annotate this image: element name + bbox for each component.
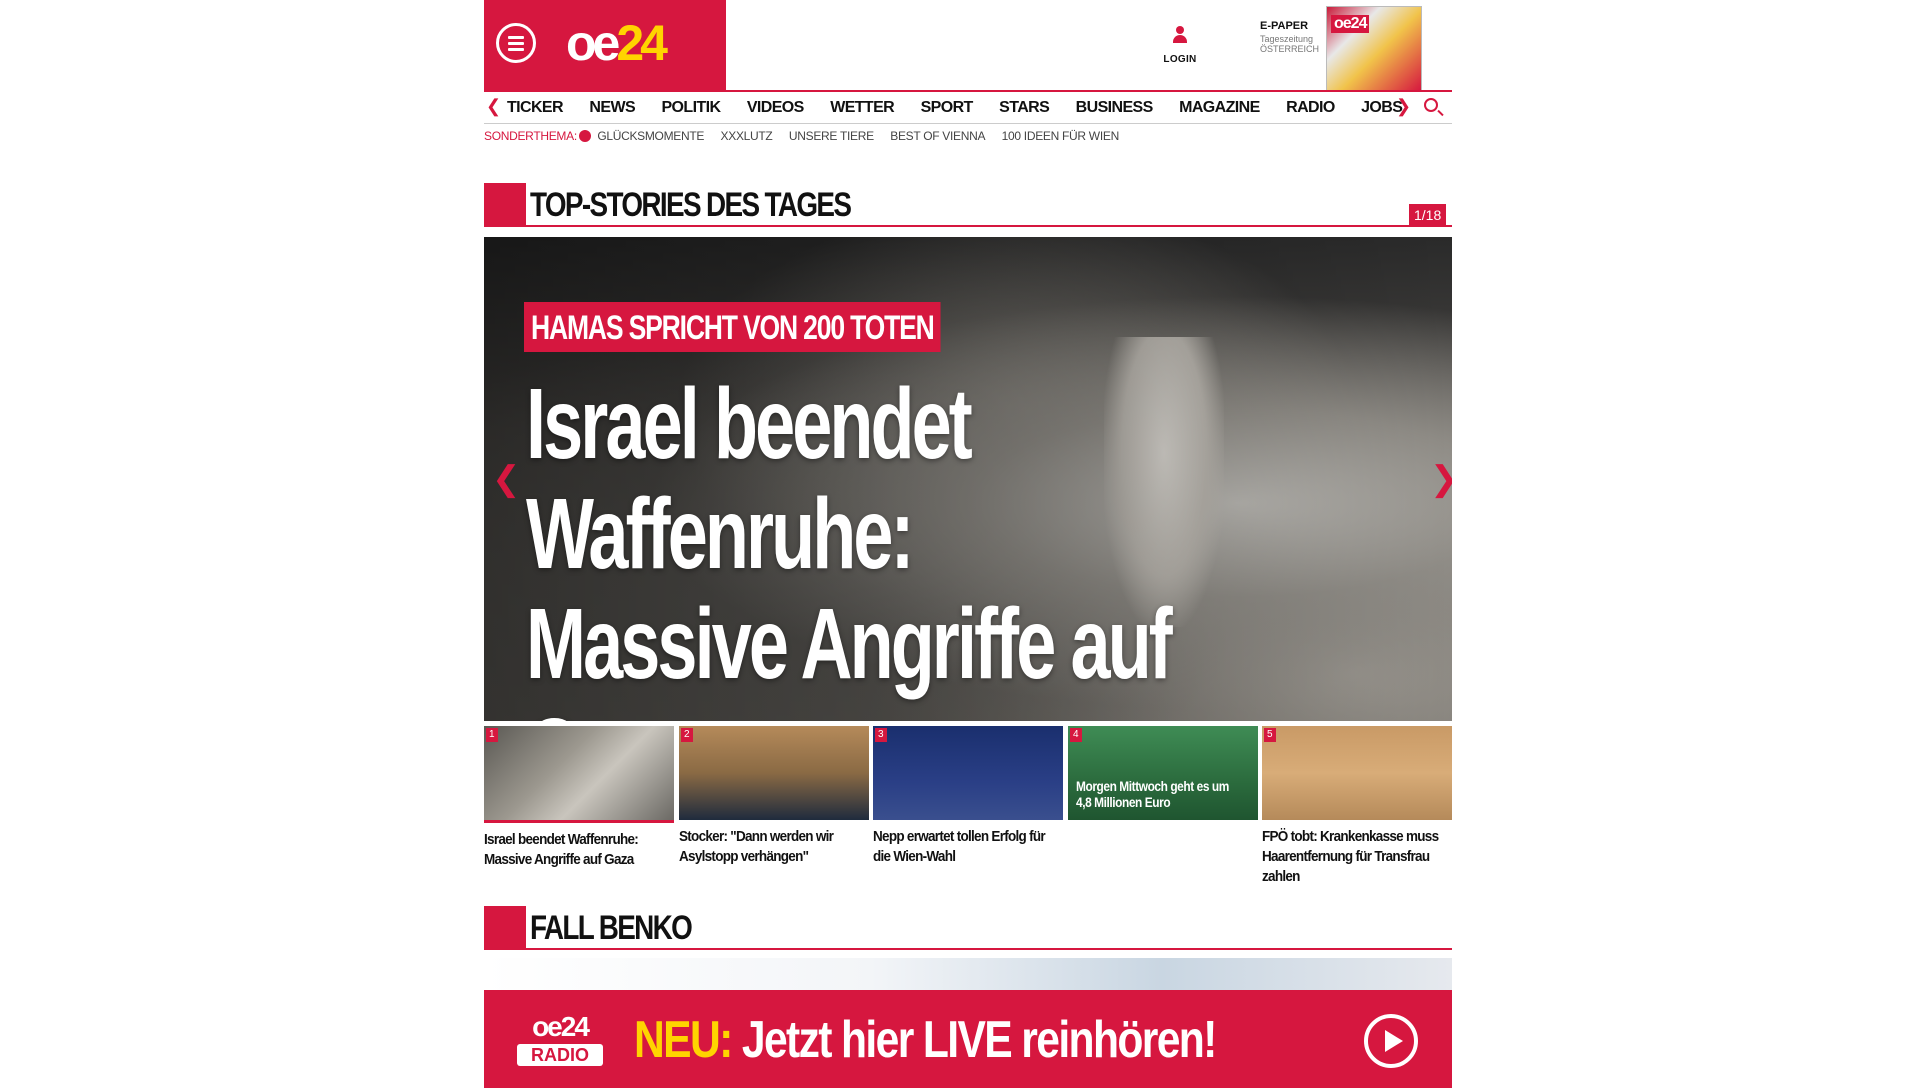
section-underline	[526, 948, 1452, 950]
section-marker	[484, 906, 526, 950]
story-thumb[interactable]: 5 FPÖ tobt: Krankenkasse muss Haarentfer…	[1262, 726, 1452, 887]
user-icon	[1171, 26, 1189, 48]
nav-item-videos[interactable]: VIDEOS	[747, 99, 804, 117]
radio-cta-text[interactable]: NEU: Jetzt hier LIVE reinhören!	[634, 1010, 1218, 1070]
radio-logo: oe24 RADIO	[514, 1012, 606, 1074]
section-marker	[484, 183, 526, 227]
main-nav: ❮ TICKER NEWS POLITIK VIDEOS WETTER SPOR…	[484, 90, 1452, 124]
nav-item-stars[interactable]: STARS	[999, 99, 1050, 117]
nav-item-wetter[interactable]: WETTER	[830, 99, 895, 117]
hero-slide[interactable]: HAMAS SPRICHT VON 200 TOTEN Israel beend…	[484, 237, 1452, 721]
nav-prev-icon[interactable]: ❮	[486, 96, 501, 117]
thumb-caption[interactable]: Stocker: "Dann werden wir Asylstopp verh…	[679, 827, 868, 867]
thumb-number: 1	[486, 728, 498, 742]
slide-prev-icon[interactable]: ❮	[492, 459, 521, 499]
nav-list: TICKER NEWS POLITIK VIDEOS WETTER SPORT …	[507, 99, 1424, 117]
thumb-caption[interactable]: Nepp erwartet tollen Erfolg für die Wien…	[873, 827, 1062, 867]
play-icon[interactable]	[1364, 1014, 1418, 1068]
search-icon[interactable]	[1424, 98, 1438, 112]
benko-header: FALL BENKO	[484, 906, 1452, 950]
hero-headline[interactable]: Israel beendet Waffenruhe: Massive Angri…	[526, 369, 1174, 721]
benko-image[interactable]	[484, 958, 1452, 990]
epaper-link[interactable]: E-PAPER Tageszeitung ÖSTERREICH	[1260, 20, 1319, 54]
logo-box[interactable]: oe24	[484, 0, 726, 90]
section-title: FALL BENKO	[530, 909, 693, 947]
page: oe24 LOGIN E-PAPER Tageszeitung ÖSTERREI…	[0, 0, 1920, 1088]
slide-next-icon[interactable]: ❯	[1430, 459, 1452, 499]
subnav-item[interactable]: BEST OF VIENNA	[890, 129, 985, 143]
site-logo[interactable]: oe24	[566, 15, 668, 71]
thumb-overlay-text: Morgen Mittwoch geht es um 4,8 Millionen…	[1076, 778, 1229, 810]
radio-neu-label: NEU:	[634, 1011, 733, 1069]
thumb-caption[interactable]: Israel beendet Waffenruhe: Massive Angri…	[484, 830, 673, 870]
thumb-image: 4 Morgen Mittwoch geht es um 4,8 Million…	[1068, 726, 1258, 820]
radio-logo-main: oe24	[532, 1011, 590, 1042]
subnav-label: SONDERTHEMA:	[484, 129, 577, 143]
subnav: SONDERTHEMA: GLÜCKSMOMENTE XXXLUTZ UNSER…	[484, 127, 1131, 147]
epaper-subtitle-2: ÖSTERREICH	[1260, 44, 1320, 54]
subnav-item[interactable]: UNSERE TIERE	[789, 129, 874, 143]
thumb-number: 3	[875, 728, 887, 742]
section-title: TOP-STORIES DES TAGES	[530, 186, 852, 224]
nav-item-politik[interactable]: POLITIK	[661, 99, 721, 117]
story-thumb[interactable]: 1 Israel beendet Waffenruhe: Massive Ang…	[484, 726, 674, 870]
epaper-title: E-PAPER	[1260, 20, 1309, 32]
epaper-subtitle: Tageszeitung	[1260, 34, 1314, 44]
login-button[interactable]: LOGIN	[1160, 26, 1200, 65]
epaper-cover[interactable]: oe24	[1326, 6, 1422, 92]
slide-counter: 1/18	[1409, 204, 1447, 226]
subnav-item[interactable]: XXXLUTZ	[721, 129, 773, 143]
top-stories-header: TOP-STORIES DES TAGES	[484, 183, 1452, 227]
story-thumb[interactable]: 2 Stocker: "Dann werden wir Asylstopp ve…	[679, 726, 869, 867]
nav-item-sport[interactable]: SPORT	[921, 99, 974, 117]
radio-banner[interactable]: oe24 RADIO NEU: Jetzt hier LIVE reinhöre…	[484, 990, 1452, 1088]
thumb-number: 2	[681, 728, 693, 742]
story-thumb[interactable]: 3 Nepp erwartet tollen Erfolg für die Wi…	[873, 726, 1063, 867]
nav-item-news[interactable]: NEWS	[589, 99, 635, 117]
hero-kicker: HAMAS SPRICHT VON 200 TOTEN	[524, 302, 941, 352]
nav-item-business[interactable]: BUSINESS	[1076, 99, 1154, 117]
nav-item-magazine[interactable]: MAGAZINE	[1179, 99, 1260, 117]
heart-icon	[578, 130, 591, 142]
subnav-item[interactable]: 100 IDEEN FÜR WIEN	[1002, 129, 1120, 143]
thumb-image: 2	[679, 726, 869, 820]
thumb-caption[interactable]: FPÖ tobt: Krankenkasse muss Haarentfernu…	[1262, 827, 1451, 887]
epaper-cover-logo: oe24	[1331, 15, 1370, 33]
radio-logo-sub: RADIO	[517, 1044, 603, 1066]
thumb-image: 5	[1262, 726, 1452, 820]
section-underline	[526, 225, 1452, 227]
nav-next-icon[interactable]: ❯	[1396, 96, 1411, 117]
thumb-number: 4	[1070, 728, 1082, 742]
thumb-image: 1	[484, 726, 674, 823]
login-label: LOGIN	[1163, 54, 1197, 65]
subnav-item[interactable]: GLÜCKSMOMENTE	[597, 129, 704, 143]
story-thumb[interactable]: 4 Morgen Mittwoch geht es um 4,8 Million…	[1068, 726, 1258, 827]
radio-cta-label: Jetzt hier LIVE reinhören!	[731, 1011, 1218, 1069]
nav-item-radio[interactable]: RADIO	[1286, 99, 1335, 117]
menu-icon[interactable]	[496, 23, 536, 63]
thumb-number: 5	[1264, 728, 1276, 742]
thumb-image: 3	[873, 726, 1063, 820]
nav-item-ticker[interactable]: TICKER	[507, 99, 564, 117]
